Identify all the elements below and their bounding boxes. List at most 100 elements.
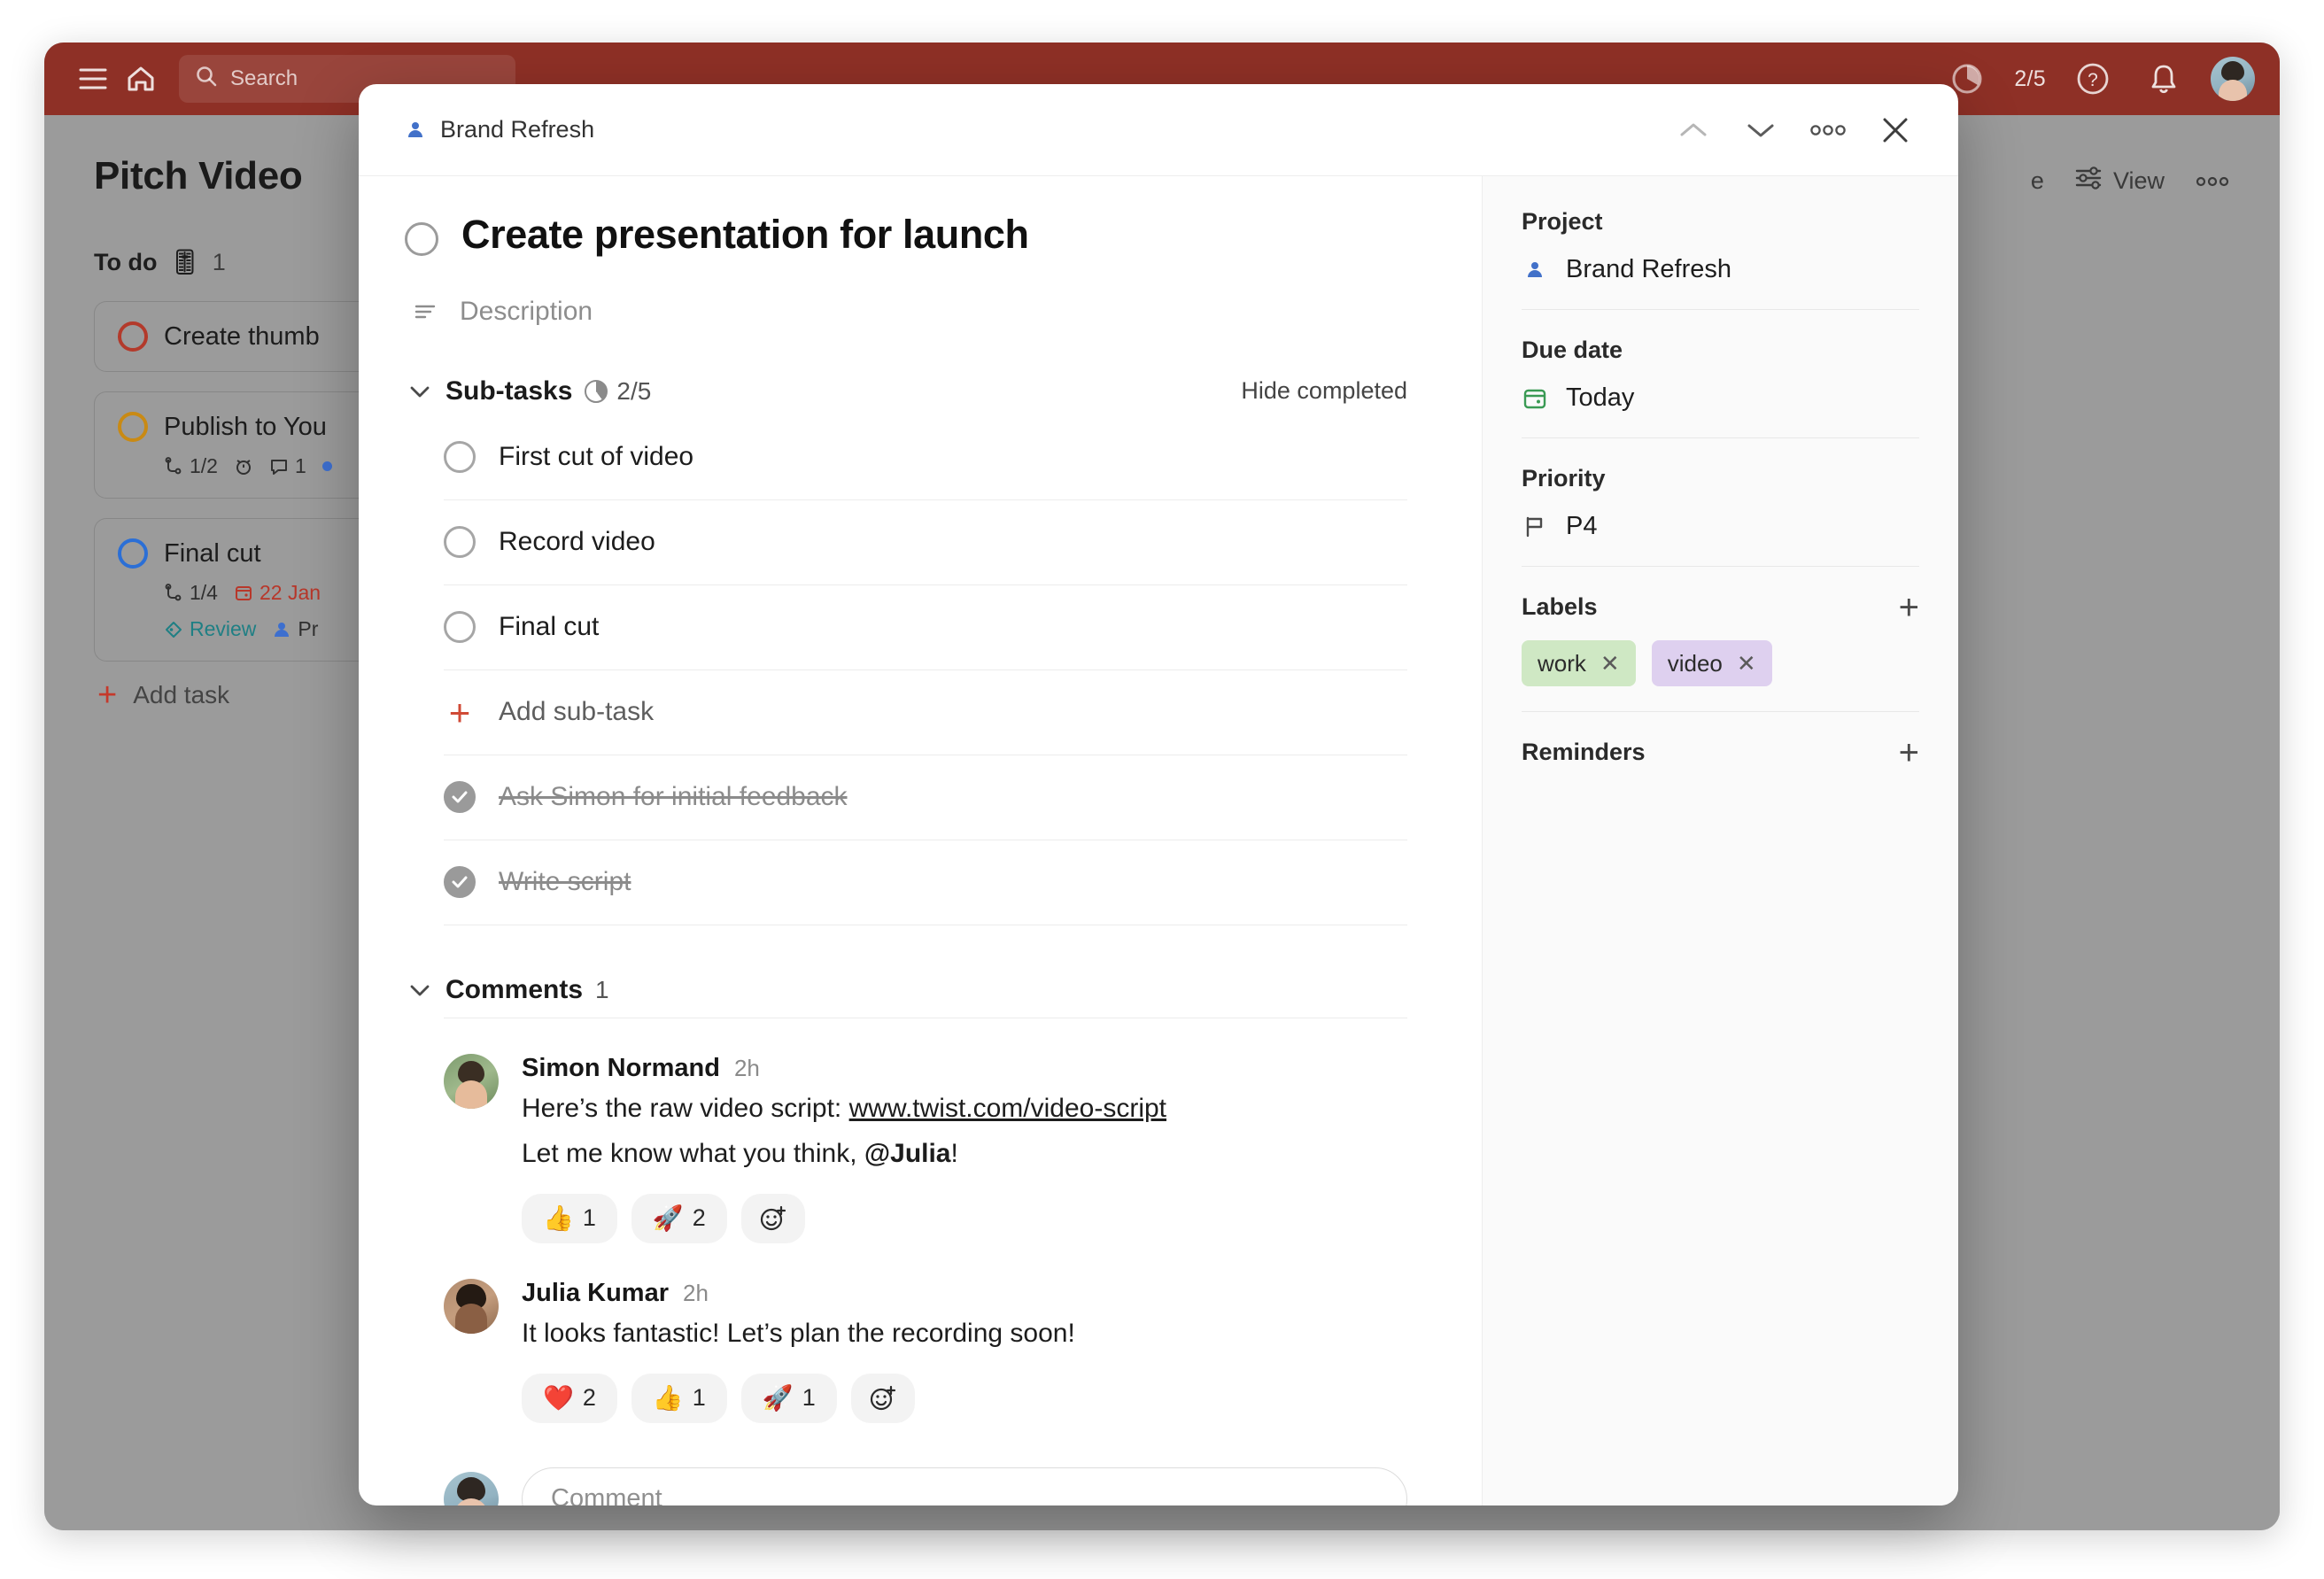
field-due-date: Due date Today bbox=[1522, 337, 1919, 438]
comment-count: 1 bbox=[269, 454, 306, 478]
close-icon[interactable] bbox=[1868, 103, 1923, 158]
label-chip: Review bbox=[164, 617, 256, 641]
subtask-row-completed[interactable]: Ask Simon for initial feedback bbox=[444, 755, 1407, 840]
progress-pie-icon bbox=[585, 379, 608, 403]
dot-icon bbox=[321, 461, 332, 471]
description-lines-icon bbox=[414, 302, 437, 321]
reaction-pill[interactable]: 🚀 2 bbox=[631, 1193, 727, 1243]
comment-author: Julia Kumar bbox=[522, 1278, 669, 1307]
label-chip-video[interactable]: video ✕ bbox=[1651, 640, 1772, 686]
reaction-pill[interactable]: ❤️ 2 bbox=[522, 1373, 617, 1423]
subtask-checkbox[interactable] bbox=[444, 526, 476, 559]
label-chip-work[interactable]: work ✕ bbox=[1522, 640, 1636, 686]
subtask-label: Write script bbox=[499, 867, 631, 897]
reaction-pill[interactable]: 👍 1 bbox=[522, 1193, 617, 1243]
comment-text-prefix: Here’s the raw video script: bbox=[522, 1093, 849, 1123]
reaction-bar: 👍 1 🚀 2 bbox=[522, 1193, 1407, 1243]
comment-mention[interactable]: @Julia bbox=[864, 1139, 951, 1168]
task-checkbox[interactable] bbox=[118, 321, 148, 352]
home-icon[interactable] bbox=[117, 55, 165, 103]
user-avatar[interactable] bbox=[2211, 57, 2255, 101]
remove-label-icon[interactable]: ✕ bbox=[1600, 650, 1620, 677]
chevron-up-icon[interactable] bbox=[1666, 103, 1721, 158]
task-complete-checkbox[interactable] bbox=[405, 222, 438, 256]
plus-icon: + bbox=[448, 691, 471, 733]
check-icon bbox=[452, 876, 468, 888]
rocket-emoji-icon: 🚀 bbox=[652, 1204, 684, 1232]
question-circle-icon[interactable]: ? bbox=[2069, 55, 2117, 103]
alarm-icon bbox=[234, 457, 253, 476]
subtask-label: Ask Simon for initial feedback bbox=[499, 782, 848, 812]
subtask-row[interactable]: First cut of video bbox=[444, 415, 1407, 500]
subtask-icon bbox=[165, 456, 182, 474]
more-options-icon[interactable] bbox=[1801, 103, 1855, 158]
comment-input[interactable]: Comment bbox=[522, 1467, 1407, 1505]
subtask-row-completed[interactable]: Write script bbox=[444, 840, 1407, 925]
priority-value[interactable]: P4 bbox=[1522, 512, 1919, 541]
subtask-count: 1/2 bbox=[164, 454, 218, 478]
chevron-down-icon[interactable] bbox=[408, 383, 438, 399]
comment-text-prefix-2: Let me know what you think, bbox=[522, 1139, 864, 1169]
task-checkbox[interactable] bbox=[118, 538, 148, 569]
subtask-icon bbox=[165, 583, 182, 600]
subtask-row[interactable]: Record video bbox=[444, 500, 1407, 585]
subtask-list: First cut of video Record video Final cu… bbox=[444, 415, 1407, 925]
subtask-row[interactable]: Final cut bbox=[444, 585, 1407, 670]
label-chips: work ✕ video ✕ bbox=[1522, 640, 1919, 686]
simon-avatar[interactable] bbox=[444, 1053, 499, 1109]
label-chip-text: video bbox=[1667, 649, 1723, 677]
task-card-title: Publish to You bbox=[164, 412, 327, 441]
comment-compose-row: Comment bbox=[444, 1467, 1407, 1505]
comments-section-header: Comments 1 bbox=[405, 975, 1407, 1005]
chevron-down-icon[interactable] bbox=[408, 982, 438, 998]
due-date: 22 Jan bbox=[234, 581, 321, 605]
share-partial-label[interactable]: e bbox=[2031, 167, 2044, 195]
hamburger-menu-icon[interactable] bbox=[69, 55, 117, 103]
thumbsup-emoji-icon: 👍 bbox=[652, 1383, 684, 1412]
comment-text-line-1: Here’s the raw video script: www.twist.c… bbox=[522, 1088, 1407, 1129]
rocket-emoji-icon: 🚀 bbox=[762, 1383, 794, 1412]
field-label: Due date bbox=[1522, 337, 1623, 363]
add-label-button[interactable]: + bbox=[1899, 590, 1919, 625]
due-date-value[interactable]: Today bbox=[1522, 383, 1919, 413]
remove-label-icon[interactable]: ✕ bbox=[1737, 650, 1756, 677]
hide-completed-button[interactable]: Hide completed bbox=[1241, 377, 1407, 405]
screen-root: Search 2/5 ? Pitch Video e View To do 🎚 … bbox=[0, 0, 2324, 1579]
task-card-title: Final cut bbox=[164, 538, 261, 568]
subtask-checkbox[interactable] bbox=[444, 441, 476, 474]
comments-count: 1 bbox=[595, 975, 609, 1003]
notification-bell-icon[interactable] bbox=[2140, 55, 2188, 103]
julia-avatar[interactable] bbox=[444, 1278, 499, 1334]
subtask-checkbox-checked[interactable] bbox=[444, 781, 476, 814]
add-reminder-button[interactable]: + bbox=[1899, 735, 1919, 770]
description-field[interactable]: Description bbox=[414, 297, 1407, 327]
comment-item: Julia Kumar 2h It looks fantastic! Let’s… bbox=[444, 1278, 1407, 1423]
view-button[interactable]: View bbox=[2074, 166, 2165, 196]
subtasks-title: Sub-tasks bbox=[445, 375, 573, 406]
calendar-icon bbox=[235, 585, 252, 600]
flag-icon bbox=[1522, 515, 1548, 539]
comment-link[interactable]: www.twist.com/video-script bbox=[849, 1094, 1166, 1123]
subtask-label: Final cut bbox=[499, 612, 600, 642]
comments-title: Comments bbox=[445, 974, 584, 1004]
add-reaction-icon[interactable] bbox=[740, 1193, 805, 1243]
subtask-checkbox-checked[interactable] bbox=[444, 866, 476, 899]
project-value[interactable]: Brand Refresh bbox=[1522, 255, 1919, 284]
task-card-title: Create thumb bbox=[164, 321, 320, 351]
task-checkbox[interactable] bbox=[118, 412, 148, 442]
thumbsup-emoji-icon: 👍 bbox=[543, 1204, 574, 1232]
subtask-checkbox[interactable] bbox=[444, 611, 476, 644]
add-reaction-icon[interactable] bbox=[850, 1373, 915, 1423]
label-chip-text: work bbox=[1538, 649, 1586, 677]
breadcrumb[interactable]: Brand Refresh bbox=[405, 116, 594, 143]
task-title-row: Create presentation for launch bbox=[405, 212, 1407, 258]
reaction-pill[interactable]: 👍 1 bbox=[631, 1373, 727, 1423]
add-subtask-button[interactable]: + Add sub-task bbox=[444, 670, 1407, 755]
board-more-button[interactable] bbox=[2195, 176, 2230, 187]
subtask-count: 1/4 bbox=[164, 581, 218, 605]
modal-main-column: Create presentation for launch Descripti… bbox=[359, 176, 1482, 1505]
comment-time: 2h bbox=[733, 1054, 760, 1081]
chevron-down-icon[interactable] bbox=[1733, 103, 1788, 158]
reaction-pill[interactable]: 🚀 1 bbox=[740, 1373, 837, 1423]
field-label: Reminders bbox=[1522, 739, 1646, 765]
